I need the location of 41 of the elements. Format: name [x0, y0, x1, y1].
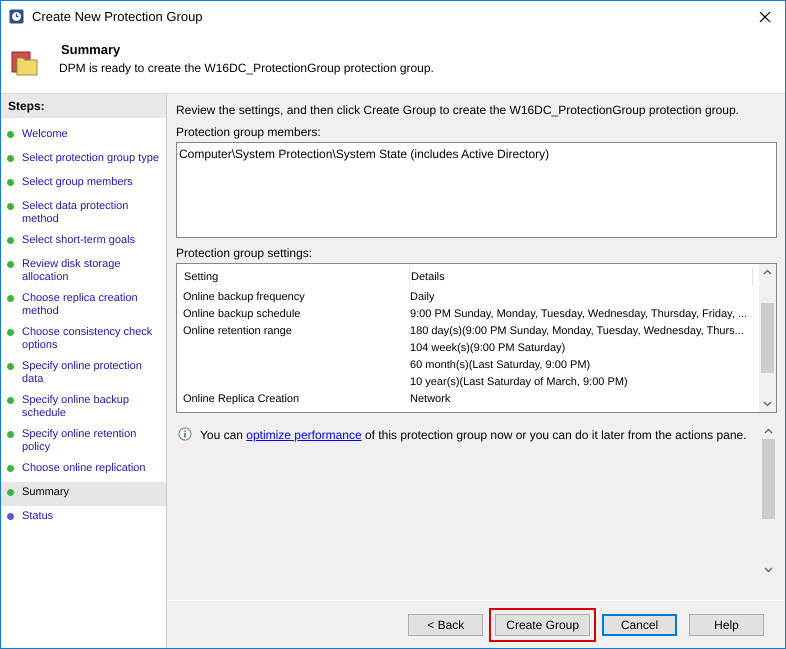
step-link[interactable]: Review disk storage allocation — [22, 258, 162, 284]
dialog-button[interactable]: Create Group — [495, 614, 590, 636]
table-cell-text: 9:00 PM Sunday, Monday, Tuesday, Wednesday, Thursday, Friday, ... — [410, 307, 748, 322]
table-cell-text: 104 week(s)(9:00 PM Saturday) — [410, 341, 566, 356]
column-header[interactable]: Details — [410, 268, 753, 286]
column-header[interactable]: Setting — [183, 268, 410, 286]
table-cell-text: 180 day(s)(9:00 PM Sunday, Monday, Tuesday, Wednesday, Thurs... — [410, 324, 745, 339]
step-link[interactable]: Select short-term goals — [22, 234, 136, 247]
step-link[interactable]: Specify online protection data — [22, 360, 162, 386]
window-title: Create New Protection Group — [32, 9, 204, 24]
optimize-link[interactable]: optimize performance — [246, 428, 362, 442]
dialog-button[interactable]: < Back — [408, 614, 484, 636]
settings-label: Protection group settings: — [176, 246, 314, 260]
step-link[interactable]: Summary — [22, 486, 70, 499]
table-cell-text: 10 year(s)(Last Saturday of March, 9:00 PM) — [410, 375, 629, 390]
step-link[interactable]: Select protection group type — [22, 152, 159, 165]
intro-text: Review the settings, and then click Create Group to create the W16DC_ProtectionGroup protection group. — [176, 103, 740, 117]
table-cell-text: Online retention range — [183, 324, 293, 339]
dialog-button[interactable]: Cancel — [602, 614, 677, 636]
step-link[interactable]: Welcome — [22, 128, 68, 141]
member-item: Computer\System Protection\System State (includes Active Directory) — [179, 147, 550, 161]
step-link[interactable]: Choose online replication — [22, 462, 146, 475]
step-link[interactable]: Specify online retention policy — [22, 428, 162, 454]
step-link[interactable]: Choose consistency check options — [22, 326, 162, 352]
table-cell-text: 60 month(s)(Last Saturday, 9:00 PM) — [410, 358, 592, 373]
steps-header: Steps: — [1, 94, 166, 118]
table-cell-text: Daily — [410, 290, 436, 305]
step-link[interactable]: Status — [22, 510, 54, 523]
info-text: You can optimize performance of this protection group now or you can do it later from the actions pane. — [200, 427, 747, 443]
table-cell-text: Online Replica Creation — [183, 392, 300, 407]
page-subtitle: DPM is ready to create the W16DC_ProtectionGroup protection group. — [59, 61, 434, 75]
members-label: Protection group members: — [176, 125, 322, 139]
dialog-button[interactable]: Help — [689, 614, 764, 636]
table-cell-text: Network — [410, 392, 452, 407]
page-title: Summary — [61, 42, 122, 57]
table-cell-text: Online backup schedule — [183, 307, 302, 322]
step-link[interactable]: Select group members — [22, 176, 133, 189]
step-link[interactable]: Specify online backup schedule — [22, 394, 162, 420]
step-link[interactable]: Choose replica creation method — [22, 292, 162, 318]
table-cell-text: Online backup frequency — [183, 290, 306, 305]
step-link[interactable]: Select data protection method — [22, 200, 162, 226]
